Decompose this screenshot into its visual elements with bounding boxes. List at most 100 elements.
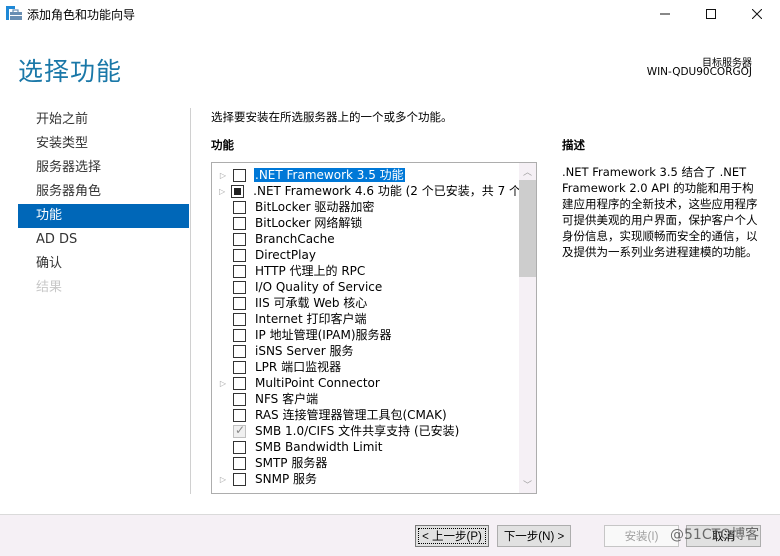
features-list[interactable]: ▷ .NET Framework 3.5 功能 ▷ .NET Framework 4.…	[211, 162, 537, 494]
feature-row[interactable]: I/O Quality of Service	[212, 279, 518, 295]
page-title: 选择功能	[18, 57, 123, 86]
feature-label[interactable]: NFS 客户端	[254, 392, 319, 406]
expand-arrow-icon[interactable]: ▷	[219, 167, 227, 183]
feature-row[interactable]: ▷ SNMP 服务	[212, 471, 518, 487]
feature-checkbox[interactable]	[233, 296, 246, 310]
feature-row[interactable]: ▷ .NET Framework 4.6 功能 (2 个已安装，共 7 个)	[212, 183, 526, 199]
feature-checkbox[interactable]	[233, 232, 246, 246]
expand-arrow-icon[interactable]: ▷	[219, 183, 225, 199]
feature-checkbox[interactable]	[233, 440, 246, 454]
feature-label[interactable]: SMB 1.0/CIFS 文件共享支持 (已安装)	[254, 424, 460, 438]
previous-button[interactable]: < 上一步(P)	[415, 525, 489, 547]
feature-checkbox[interactable]	[233, 344, 246, 358]
feature-row[interactable]: SMB Bandwidth Limit	[212, 439, 518, 455]
install-button: 安装(I)	[604, 525, 679, 547]
feature-label[interactable]: SMTP 服务器	[254, 456, 328, 470]
feature-checkbox[interactable]	[233, 264, 246, 278]
feature-row[interactable]: DirectPlay	[212, 247, 518, 263]
feature-label[interactable]: Internet 打印客户端	[254, 312, 367, 326]
feature-row[interactable]: NFS 客户端	[212, 391, 518, 407]
nav-item-server-selection[interactable]: 服务器选择	[18, 156, 189, 180]
feature-label[interactable]: .NET Framework 3.5 功能	[254, 168, 405, 182]
minimize-button[interactable]	[642, 0, 688, 28]
nav-divider	[190, 108, 191, 494]
nav-item-ad-ds[interactable]: AD DS	[18, 228, 189, 252]
nav-item-results: 结果	[36, 280, 63, 295]
nav-item-server-roles[interactable]: 服务器角色	[18, 180, 189, 204]
features-scrollbar[interactable]: ︿ ﹀	[519, 163, 536, 493]
feature-label[interactable]: SNMP 服务	[254, 472, 318, 486]
feature-checkbox[interactable]	[233, 216, 246, 230]
feature-label[interactable]: I/O Quality of Service	[254, 280, 383, 294]
feature-label[interactable]: IIS 可承载 Web 核心	[254, 296, 368, 310]
feature-checkbox[interactable]	[231, 184, 245, 198]
feature-checkbox[interactable]	[233, 360, 246, 374]
feature-row[interactable]: RAS 连接管理器管理工具包(CMAK)	[212, 407, 518, 423]
feature-label[interactable]: LPR 端口监视器	[254, 360, 342, 374]
feature-label[interactable]: SMB Bandwidth Limit	[254, 440, 383, 454]
feature-checkbox[interactable]	[233, 280, 246, 294]
feature-row[interactable]: ▷ .NET Framework 3.5 功能	[212, 167, 518, 183]
feature-row[interactable]: LPR 端口监视器	[212, 359, 518, 375]
expand-arrow-icon[interactable]: ▷	[219, 375, 227, 391]
feature-label[interactable]: .NET Framework 4.6 功能 (2 个已安装，共 7 个)	[252, 184, 527, 198]
feature-checkbox[interactable]	[233, 312, 246, 326]
feature-row[interactable]: BitLocker 驱动器加密	[212, 199, 518, 215]
feature-checkbox[interactable]	[233, 328, 246, 342]
feature-row[interactable]: SMTP 服务器	[212, 455, 518, 471]
nav-item-installation-type[interactable]: 安装类型	[18, 132, 189, 156]
feature-label[interactable]: RAS 连接管理器管理工具包(CMAK)	[254, 408, 448, 422]
feature-row[interactable]: HTTP 代理上的 RPC	[212, 263, 518, 279]
feature-label[interactable]: iSNS Server 服务	[254, 344, 355, 358]
features-heading: 功能	[211, 138, 234, 152]
minimize-icon	[660, 13, 670, 15]
feature-label[interactable]: IP 地址管理(IPAM)服务器	[254, 328, 393, 342]
maximize-icon	[706, 9, 716, 19]
feature-row[interactable]: Internet 打印客户端	[212, 311, 518, 327]
feature-checkbox[interactable]	[233, 248, 246, 262]
scroll-up-button[interactable]: ︿	[519, 163, 536, 180]
feature-row[interactable]: BitLocker 网络解锁	[212, 215, 518, 231]
close-button[interactable]	[734, 0, 780, 28]
feature-label[interactable]: BitLocker 网络解锁	[254, 216, 363, 230]
feature-row[interactable]: BranchCache	[212, 231, 518, 247]
nav-item-confirmation[interactable]: 确认	[18, 252, 189, 276]
feature-checkbox[interactable]	[233, 408, 246, 422]
feature-label[interactable]: HTTP 代理上的 RPC	[254, 264, 366, 278]
feature-row[interactable]: SMB 1.0/CIFS 文件共享支持 (已安装)	[212, 423, 518, 439]
feature-row[interactable]: ▷ MultiPoint Connector	[212, 375, 518, 391]
scroll-down-button[interactable]: ﹀	[519, 476, 536, 493]
feature-checkbox[interactable]	[233, 168, 246, 182]
nav-item-features[interactable]: 功能	[18, 204, 189, 228]
scroll-thumb[interactable]	[519, 180, 536, 277]
feature-checkbox[interactable]	[233, 472, 246, 486]
feature-row[interactable]: iSNS Server 服务	[212, 343, 518, 359]
feature-row[interactable]: IP 地址管理(IPAM)服务器	[212, 327, 518, 343]
feature-row[interactable]: IIS 可承载 Web 核心	[212, 295, 518, 311]
title-bar: 添加角色和功能向导	[0, 0, 780, 28]
feature-checkbox[interactable]	[233, 200, 246, 214]
feature-label[interactable]: BitLocker 驱动器加密	[254, 200, 375, 214]
feature-checkbox[interactable]	[233, 456, 246, 470]
feature-checkbox[interactable]	[233, 376, 246, 390]
feature-label[interactable]: DirectPlay	[254, 248, 317, 262]
feature-label[interactable]: MultiPoint Connector	[254, 376, 381, 390]
expand-arrow-icon[interactable]: ▷	[219, 471, 227, 487]
next-button[interactable]: 下一步(N) >	[497, 525, 571, 547]
feature-checkbox[interactable]	[233, 392, 246, 406]
nav-item-before-you-begin[interactable]: 开始之前	[18, 108, 189, 132]
feature-label[interactable]: BranchCache	[254, 232, 336, 246]
maximize-button[interactable]	[688, 0, 734, 28]
